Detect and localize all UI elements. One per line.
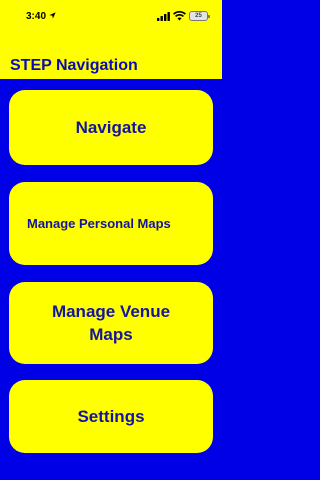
page-title: STEP Navigation [10,57,138,74]
location-arrow-icon [49,12,56,19]
status-bar: 3:40 25 [0,0,222,34]
cellular-signal-icon [157,12,170,21]
status-time: 3:40 [26,11,47,22]
manage-personal-maps-button[interactable]: Manage Personal Maps [9,182,213,265]
battery-level: 25 [195,13,202,19]
wifi-icon [173,11,186,21]
settings-button[interactable]: Settings [9,380,213,453]
battery-icon: 25 [189,11,210,21]
header-area: 3:40 25 STEP Navigation [0,0,222,79]
manage-venue-maps-button[interactable]: Manage Venue Maps [9,282,213,364]
navigate-button[interactable]: Navigate [9,90,213,165]
